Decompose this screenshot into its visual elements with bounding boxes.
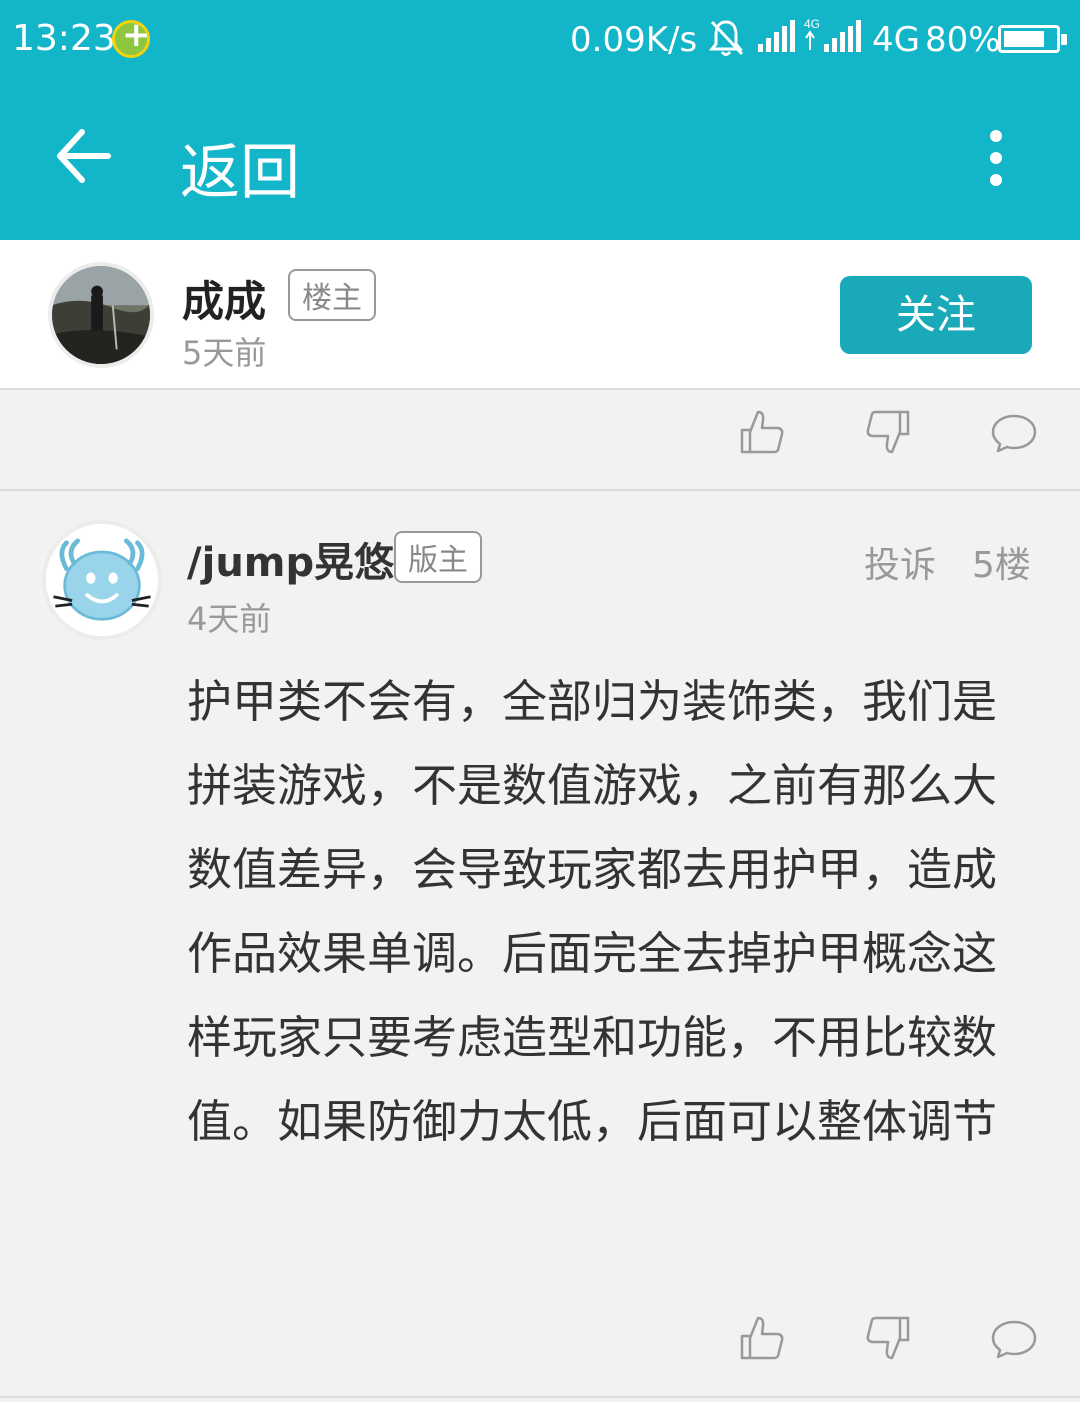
reply-action-bar [0, 1298, 1080, 1394]
battery-percent: 80% [925, 20, 1001, 60]
svg-text:4G: 4G [804, 17, 820, 31]
moderator-badge: 版主 [394, 531, 482, 583]
original-poster-card: 成成 楼主 5天前 关注 [0, 240, 1080, 390]
battery-icon [998, 25, 1067, 53]
back-arrow-icon[interactable] [54, 124, 114, 188]
thumbs-down-icon[interactable] [864, 408, 912, 456]
reply-content: 护甲类不会有，全部归为装饰类，我们是拼装游戏，不是数值游戏，之前有那么大数值差异… [187, 675, 998, 1148]
signal-4g-icon: 4G [804, 17, 861, 52]
signal-icon [758, 20, 795, 52]
status-bar: 13:23 0.09K/s 4G 4G 80% [0, 0, 1080, 80]
thumbs-up-icon[interactable] [738, 408, 786, 456]
network-type: 4G [872, 20, 920, 60]
floor-number: 5楼 [972, 545, 1031, 586]
report-button[interactable]: 投诉 [864, 536, 936, 588]
battery-fill [1004, 31, 1044, 47]
thumbs-down-icon[interactable] [864, 1314, 912, 1362]
thumbs-up-icon[interactable] [738, 1314, 786, 1362]
reply-timestamp: 4天前 [187, 600, 272, 638]
comment-icon[interactable] [990, 408, 1038, 456]
op-action-bar [0, 392, 1080, 488]
back-label[interactable]: 返回 [180, 124, 300, 211]
op-badge: 楼主 [288, 269, 376, 321]
reply-avatar[interactable] [42, 520, 162, 640]
follow-button[interactable]: 关注 [840, 276, 1032, 354]
status-time: 13:23 [12, 18, 116, 59]
op-username[interactable]: 成成 [182, 268, 266, 329]
app-notification-icon [112, 15, 151, 58]
section-divider [0, 1396, 1080, 1398]
app-header: 13:23 0.09K/s 4G 4G 80% 返回 [0, 0, 1080, 240]
bell-off-icon [708, 20, 744, 56]
reply-username[interactable]: /jump晃悠 [187, 530, 394, 588]
comment-icon[interactable] [990, 1314, 1038, 1362]
op-avatar[interactable] [48, 262, 154, 368]
section-divider [0, 489, 1080, 491]
more-vertical-icon[interactable] [984, 130, 1008, 186]
op-timestamp: 5天前 [182, 334, 267, 372]
network-speed: 0.09K/s [570, 20, 698, 60]
